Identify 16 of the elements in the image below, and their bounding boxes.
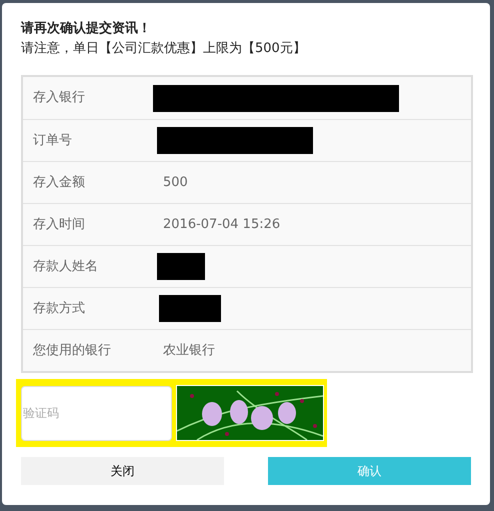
notice-text: 请注意，单日【公司汇款优惠】上限为【500元】 <box>21 40 307 58</box>
captcha-field[interactable]: 验证码 <box>21 386 172 440</box>
row-label: 您使用的银行 <box>32 342 112 360</box>
row-label: 存入金额 <box>32 174 86 192</box>
row-label: 存款人姓名 <box>32 258 99 276</box>
row-label: 存入银行 <box>32 89 86 108</box>
row-label: 存入时间 <box>32 216 86 234</box>
row-value: 500 <box>163 174 188 192</box>
row-value: 2016-07-04 15:26 <box>163 216 280 234</box>
row-label: 订单号 <box>32 132 73 150</box>
row-label: 存款方式 <box>32 300 86 318</box>
close-button[interactable]: 关闭 <box>21 457 224 485</box>
redaction-bar <box>159 295 221 322</box>
redaction-bar <box>157 253 205 280</box>
row-value: 农业银行 <box>163 342 215 360</box>
dialog-title: 请再次确认提交资讯！ <box>21 20 152 38</box>
